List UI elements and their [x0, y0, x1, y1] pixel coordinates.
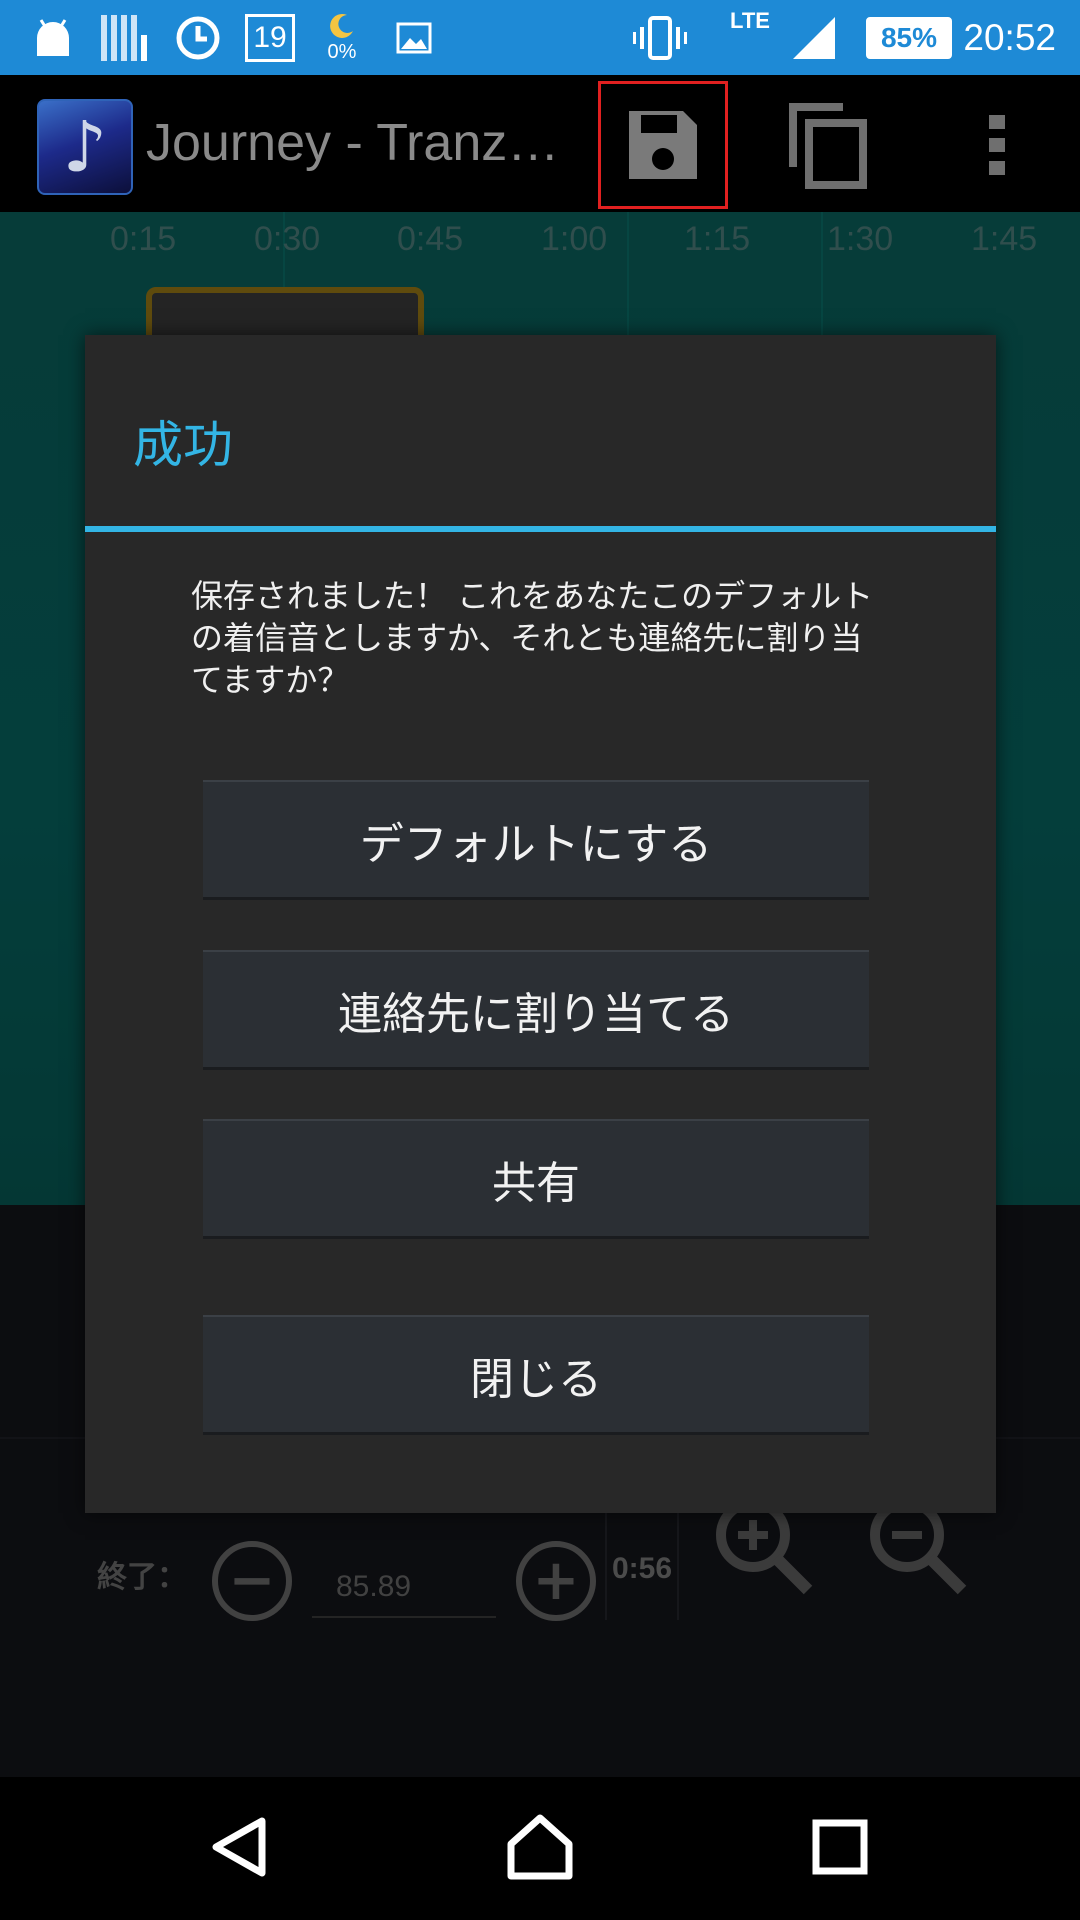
- calendar-day-text: 19: [253, 20, 287, 54]
- dialog-title: 成功: [133, 416, 233, 474]
- image-icon: [394, 0, 434, 75]
- vibrate-icon: [632, 0, 688, 75]
- home-button[interactable]: [480, 1797, 600, 1897]
- share-button[interactable]: 共有: [203, 1119, 869, 1239]
- overflow-menu-icon: [989, 115, 1005, 175]
- make-default-button[interactable]: デフォルトにする: [203, 780, 869, 900]
- copy-icon: [789, 103, 867, 189]
- success-dialog: 成功 保存されました！ これをあなたこのデフォルトの着信音としますか、それとも連…: [85, 335, 996, 1513]
- navigation-bar: [0, 1777, 1080, 1920]
- calendar-icon: 19: [244, 0, 296, 75]
- android-icon: [28, 0, 78, 75]
- network-type: LTE: [730, 8, 770, 33]
- weather-percent: 0%: [327, 41, 357, 63]
- dialog-divider: [85, 526, 996, 532]
- overflow-menu-button[interactable]: [932, 81, 1062, 209]
- save-icon: [629, 111, 697, 179]
- dialog-message: 保存されました！ これをあなたこのデフォルトの着信音としますか、それとも連絡先に…: [191, 577, 874, 699]
- track-title: Journey - Tranz…: [146, 114, 560, 172]
- home-icon: [507, 1814, 573, 1880]
- recents-icon: [812, 1819, 868, 1875]
- bars-icon: [98, 0, 150, 75]
- action-bar: ♪ Journey - Tranz…: [0, 75, 1080, 212]
- music-note-icon: ♪: [37, 99, 133, 195]
- recents-button[interactable]: [780, 1797, 900, 1897]
- back-icon: [212, 1817, 266, 1877]
- save-button[interactable]: [598, 81, 728, 209]
- signal-icon: [790, 0, 838, 75]
- battery-icon: 85%: [862, 0, 956, 75]
- close-button[interactable]: 閉じる: [203, 1315, 869, 1435]
- back-button[interactable]: [180, 1797, 300, 1897]
- status-bar: 19 0% LTE 85% 20:52: [0, 0, 1080, 75]
- battery-text: 85%: [880, 21, 938, 53]
- copy-button[interactable]: [762, 81, 892, 209]
- clock-text: 20:52: [963, 16, 1056, 58]
- moon-icon: 0%: [320, 0, 364, 75]
- clock-icon: [174, 0, 222, 75]
- assign-to-contact-button[interactable]: 連絡先に割り当てる: [203, 950, 869, 1070]
